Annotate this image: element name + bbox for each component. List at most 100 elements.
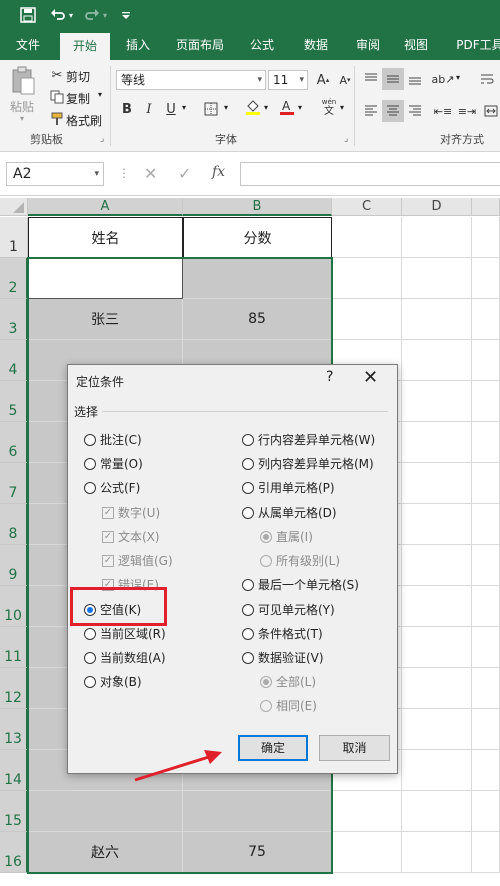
radio-right-3[interactable]: 从属单元格(D) bbox=[242, 504, 337, 521]
cell-d8[interactable] bbox=[402, 504, 472, 545]
radio-right-7[interactable]: 可见单元格(Y) bbox=[242, 601, 335, 618]
insert-function-icon[interactable]: fx bbox=[212, 164, 225, 180]
name-box[interactable]: A2 ▾ bbox=[6, 162, 104, 186]
radio-circle[interactable] bbox=[242, 457, 254, 470]
cell-b1[interactable]: 分数 bbox=[183, 217, 332, 258]
radio-circle[interactable] bbox=[84, 433, 96, 446]
cell-d11[interactable] bbox=[402, 627, 472, 668]
cell-c15[interactable] bbox=[332, 791, 402, 832]
cell-e4[interactable] bbox=[472, 340, 500, 381]
font-size-combo[interactable]: 11 ▾ bbox=[268, 70, 308, 90]
row-header-11[interactable]: 11 bbox=[0, 627, 28, 668]
row-header-10[interactable]: 10 bbox=[0, 586, 28, 627]
cell-b16[interactable]: 75 bbox=[183, 832, 332, 873]
cell-e15[interactable] bbox=[472, 791, 500, 832]
undo-dropdown-icon[interactable]: ▾ bbox=[66, 5, 76, 25]
merge-center-icon[interactable] bbox=[480, 100, 500, 122]
cell-e5[interactable] bbox=[472, 381, 500, 422]
fill-color-dropdown-icon[interactable]: ▾ bbox=[264, 103, 268, 112]
decrease-font-icon[interactable]: A ▾ bbox=[334, 69, 356, 91]
radio-circle[interactable] bbox=[84, 675, 96, 688]
tab-pdf-tools[interactable]: PDF工具 bbox=[450, 30, 500, 60]
align-right-icon[interactable] bbox=[404, 100, 426, 122]
paste-label[interactable]: 粘贴 bbox=[10, 98, 34, 115]
cell-d9[interactable] bbox=[402, 545, 472, 586]
radio-circle[interactable] bbox=[84, 651, 96, 664]
radio-left-10[interactable]: 对象(B) bbox=[84, 673, 142, 690]
formula-input[interactable] bbox=[240, 162, 500, 186]
help-icon[interactable]: ? bbox=[326, 369, 333, 385]
orientation-icon[interactable]: ab↗ bbox=[432, 68, 455, 90]
radio-circle[interactable] bbox=[84, 457, 96, 470]
cell-e14[interactable] bbox=[472, 750, 500, 791]
row-header-16[interactable]: 16 bbox=[0, 832, 28, 873]
cell-a16[interactable]: 赵六 bbox=[28, 832, 183, 873]
formula-bar-grip-icon[interactable]: ⋮ bbox=[118, 166, 130, 180]
radio-left-1[interactable]: 常量(O) bbox=[84, 455, 143, 472]
cell-a1[interactable]: 姓名 bbox=[28, 217, 183, 258]
radio-right-9[interactable]: 数据验证(V) bbox=[242, 649, 324, 666]
tab-view[interactable]: 视图 bbox=[394, 30, 438, 60]
cell-d1[interactable] bbox=[402, 217, 472, 258]
cell-d3[interactable] bbox=[402, 299, 472, 340]
tab-page-layout[interactable]: 页面布局 bbox=[170, 30, 230, 60]
confirm-entry-icon[interactable]: ✓ bbox=[178, 164, 191, 183]
align-top-icon[interactable] bbox=[360, 68, 382, 90]
close-icon[interactable]: ✕ bbox=[363, 367, 378, 388]
cell-e2[interactable] bbox=[472, 258, 500, 299]
decrease-indent-icon[interactable]: ⇤≡ bbox=[432, 100, 454, 122]
orientation-dropdown-icon[interactable]: ▾ bbox=[456, 73, 460, 82]
radio-circle[interactable] bbox=[242, 578, 254, 591]
row-header-7[interactable]: 7 bbox=[0, 463, 28, 504]
align-bottom-icon[interactable] bbox=[404, 68, 426, 90]
row-header-3[interactable]: 3 bbox=[0, 299, 28, 340]
cell-e12[interactable] bbox=[472, 668, 500, 709]
cell-d15[interactable] bbox=[402, 791, 472, 832]
cell-e1[interactable] bbox=[472, 217, 500, 258]
font-size-dropdown-icon[interactable]: ▾ bbox=[299, 71, 304, 89]
cell-d6[interactable] bbox=[402, 422, 472, 463]
undo-icon[interactable] bbox=[48, 5, 68, 25]
radio-circle[interactable] bbox=[242, 433, 254, 446]
cell-c16[interactable] bbox=[332, 832, 402, 873]
italic-icon[interactable]: I bbox=[138, 98, 160, 120]
customize-qat-icon[interactable] bbox=[116, 5, 136, 25]
radio-right-2[interactable]: 引用单元格(P) bbox=[242, 479, 335, 496]
cancel-button[interactable]: 取消 bbox=[319, 735, 390, 761]
radio-right-1[interactable]: 列内容差异单元格(M) bbox=[242, 455, 374, 472]
format-painter-icon[interactable] bbox=[46, 108, 68, 130]
row-header-5[interactable]: 5 bbox=[0, 381, 28, 422]
radio-circle[interactable] bbox=[84, 627, 96, 640]
cell-d12[interactable] bbox=[402, 668, 472, 709]
radio-left-0[interactable]: 批注(C) bbox=[84, 431, 142, 448]
radio-circle[interactable] bbox=[242, 481, 254, 494]
cut-icon[interactable]: ✂ bbox=[46, 64, 68, 86]
radio-circle[interactable] bbox=[242, 506, 254, 519]
cell-e11[interactable] bbox=[472, 627, 500, 668]
cell-b3[interactable]: 85 bbox=[183, 299, 332, 340]
radio-circle[interactable] bbox=[242, 603, 254, 616]
redo-icon[interactable] bbox=[82, 5, 102, 25]
cancel-entry-icon[interactable]: ✕ bbox=[144, 164, 157, 183]
font-color-dropdown-icon[interactable]: ▾ bbox=[298, 103, 302, 112]
row-header-2[interactable]: 2 bbox=[0, 258, 28, 299]
cell-a3[interactable]: 张三 bbox=[28, 299, 183, 340]
radio-right-0[interactable]: 行内容差异单元格(W) bbox=[242, 431, 375, 448]
cell-e3[interactable] bbox=[472, 299, 500, 340]
font-name-dropdown-icon[interactable]: ▾ bbox=[257, 71, 262, 89]
fill-color-icon[interactable] bbox=[242, 96, 264, 118]
align-middle-icon[interactable] bbox=[382, 68, 404, 90]
cell-e7[interactable] bbox=[472, 463, 500, 504]
radio-left-9[interactable]: 当前数组(A) bbox=[84, 649, 166, 666]
cell-d13[interactable] bbox=[402, 709, 472, 750]
underline-dropdown-icon[interactable]: ▾ bbox=[182, 103, 186, 112]
font-name-combo[interactable]: 等线 ▾ bbox=[116, 70, 266, 90]
name-box-dropdown-icon[interactable]: ▾ bbox=[94, 163, 99, 185]
redo-dropdown-icon[interactable]: ▾ bbox=[100, 5, 110, 25]
column-header-c[interactable]: C bbox=[332, 198, 402, 216]
row-header-12[interactable]: 12 bbox=[0, 668, 28, 709]
increase-font-icon[interactable]: A ▴ bbox=[312, 69, 334, 91]
save-icon[interactable] bbox=[18, 5, 38, 25]
tab-insert[interactable]: 插入 bbox=[116, 30, 160, 60]
cell-b2[interactable] bbox=[183, 258, 332, 299]
